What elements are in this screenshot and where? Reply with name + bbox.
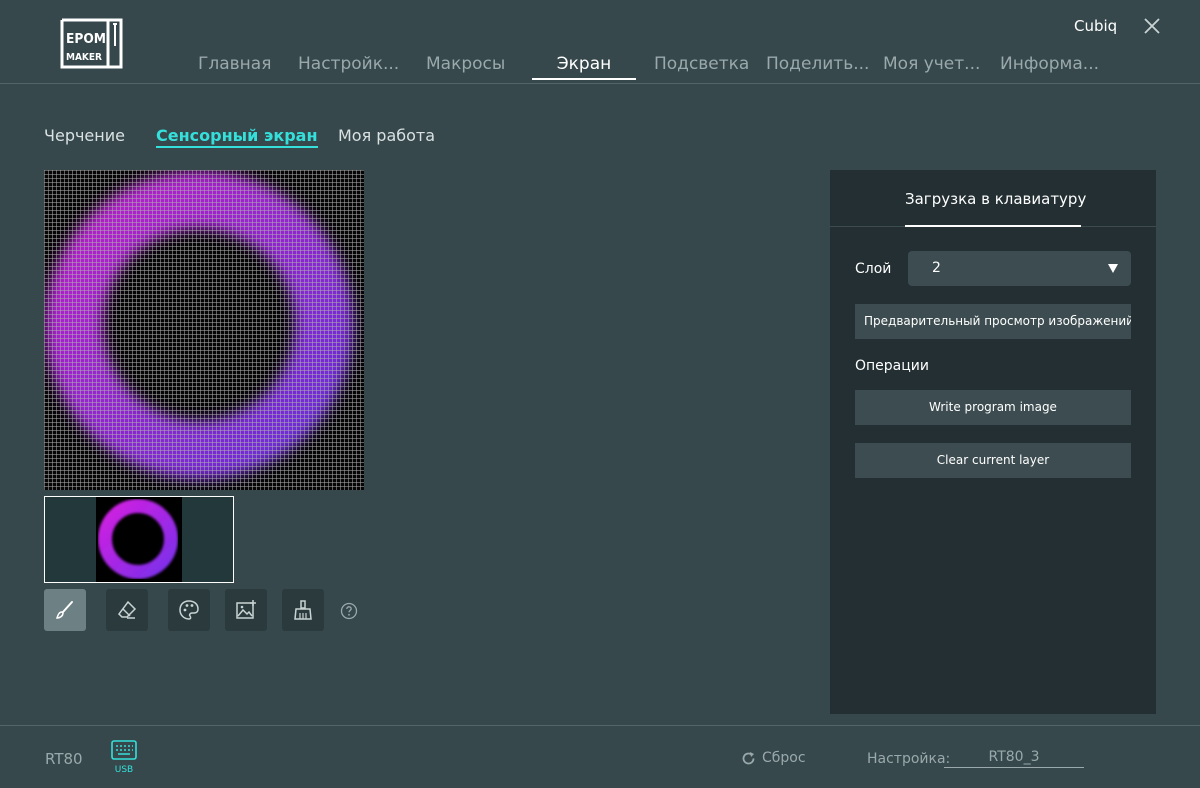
status-bar: RT80 USB Сброс Настройка: RT80_3	[0, 725, 1200, 788]
logo-text-bottom: MAKER	[66, 52, 102, 63]
connection-type: USB	[114, 765, 134, 775]
layer-label: Слой	[855, 261, 892, 277]
nav-settings[interactable]: Настройк...	[298, 54, 399, 80]
device-name: RT80	[45, 750, 83, 768]
subtab-my-work[interactable]: Моя работа	[338, 126, 435, 145]
pixel-canvas[interactable]	[44, 170, 364, 490]
palette-icon	[179, 600, 199, 620]
epomaker-logo: EPOM MAKER	[60, 18, 123, 69]
nav-screen[interactable]: Экран	[532, 54, 636, 80]
eraser-icon	[118, 600, 137, 619]
broom-icon	[294, 600, 312, 620]
user-name[interactable]: Cubiq	[1074, 17, 1117, 35]
panel-title[interactable]: Загрузка в клавиатуру	[905, 190, 1086, 227]
clear-current-layer-button[interactable]: Clear current layer	[855, 443, 1131, 478]
top-bar: EPOM MAKER Cubiq Главная Настройк... Мак…	[0, 0, 1200, 84]
dropdown-arrow-icon	[1108, 264, 1118, 273]
help-icon[interactable]	[340, 602, 358, 620]
nav-lighting[interactable]: Подсветка	[654, 54, 749, 80]
subtab-drawing[interactable]: Черчение	[44, 126, 125, 145]
eraser-tool-button[interactable]	[106, 589, 148, 631]
setting-label: Настройка:	[867, 751, 951, 767]
clear-tool-button[interactable]	[282, 589, 324, 631]
refresh-icon	[742, 751, 755, 764]
nav-home[interactable]: Главная	[198, 54, 271, 80]
upload-panel: Загрузка в клавиатуру Слой 2 Предварител…	[830, 170, 1156, 714]
brush-tool-button[interactable]	[44, 589, 86, 631]
operations-label: Операции	[855, 358, 929, 374]
pixel-grid	[44, 170, 364, 490]
layer-select-value: 2	[932, 260, 941, 276]
close-button[interactable]	[1140, 14, 1164, 38]
thumbnail-image	[96, 497, 182, 582]
setting-profile-value[interactable]: RT80_3	[944, 749, 1084, 768]
brush-icon	[55, 601, 73, 619]
reset-button[interactable]: Сброс	[741, 750, 806, 766]
palette-tool-button[interactable]	[168, 589, 210, 631]
nav-macros[interactable]: Макросы	[426, 54, 505, 80]
reset-label: Сброс	[762, 750, 806, 766]
layer-select[interactable]: 2	[908, 251, 1131, 286]
keyboard-icon	[111, 740, 137, 760]
write-program-image-button[interactable]: Write program image	[855, 390, 1131, 425]
nav-info[interactable]: Информа...	[1000, 54, 1099, 80]
add-image-tool-button[interactable]	[225, 589, 267, 631]
subtab-touchscreen[interactable]: Сенсорный экран	[156, 126, 318, 148]
nav-share[interactable]: Поделить...	[766, 54, 869, 80]
connection-status[interactable]: USB	[110, 740, 138, 778]
close-icon	[1144, 18, 1160, 34]
image-preview-button[interactable]: Предварительный просмотр изображений	[855, 304, 1131, 339]
image-preview-thumbnail[interactable]	[44, 496, 234, 583]
logo-text-top: EPOM	[66, 32, 106, 47]
panel-header: Загрузка в клавиатуру	[830, 170, 1156, 227]
nav-account[interactable]: Моя учет...	[883, 54, 980, 80]
image-add-icon	[236, 600, 256, 619]
